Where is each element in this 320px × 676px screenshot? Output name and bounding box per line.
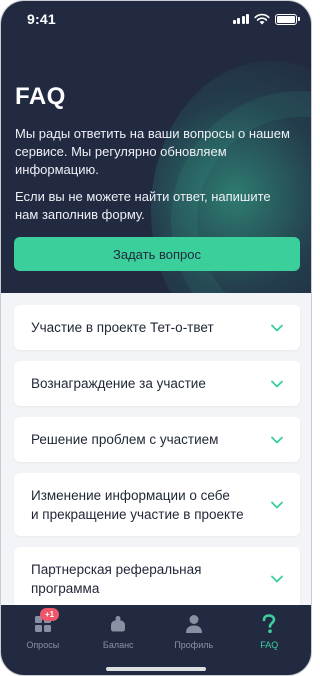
faq-item-label: Участие в проекте Тет-о-твет <box>31 320 214 335</box>
home-indicator <box>106 667 206 671</box>
ask-question-button[interactable]: Задать вопрос <box>14 237 300 271</box>
user-icon <box>183 613 205 635</box>
faq-item-profile-changes[interactable]: Изменение информации о себе и прекращени… <box>14 473 300 536</box>
bottom-nav: +1 Опросы Баланс Профиль FAQ <box>1 605 311 675</box>
header-content: FAQ Мы рады ответить на ваши вопросы о н… <box>15 83 297 224</box>
piggy-bank-icon <box>107 613 129 635</box>
signal-icon <box>232 14 249 24</box>
status-icons <box>232 13 300 25</box>
intro-contact-text: Если вы не можете найти ответ, напишите … <box>15 189 271 222</box>
page-title: FAQ <box>15 83 66 110</box>
faq-header: 9:41 FAQ Мы рады ответить на ваши вопрос… <box>1 1 311 293</box>
faq-list: Участие в проекте Тет-о-твет Вознагражде… <box>14 305 300 621</box>
faq-item-label: Партнерская реферальная программа <box>31 561 202 596</box>
wifi-icon <box>254 13 270 25</box>
question-icon <box>258 613 280 635</box>
status-bar: 9:41 <box>1 1 311 37</box>
faq-item-referral[interactable]: Партнерская реферальная программа <box>14 547 300 610</box>
chevron-down-icon <box>271 436 283 443</box>
chevron-down-icon <box>271 380 283 387</box>
faq-item-participation[interactable]: Участие в проекте Тет-о-твет <box>14 305 300 350</box>
faq-item-label: Решение проблем с участием <box>31 432 219 447</box>
faq-item-reward[interactable]: Вознаграждение за участие <box>14 361 300 406</box>
faq-item-troubleshooting[interactable]: Решение проблем с участием <box>14 417 300 462</box>
status-time: 9:41 <box>27 11 56 27</box>
nav-item-profile[interactable]: Профиль <box>159 605 229 675</box>
phone-screen: 9:41 FAQ Мы рады ответить на ваши вопрос… <box>0 0 312 676</box>
battery-icon <box>275 13 300 25</box>
nav-label: Опросы <box>26 640 60 650</box>
notification-badge: +1 <box>39 608 60 621</box>
nav-item-faq[interactable]: FAQ <box>234 605 304 675</box>
nav-label: FAQ <box>260 640 279 650</box>
chevron-down-icon <box>271 501 283 508</box>
chevron-down-icon <box>271 324 283 331</box>
faq-item-label: Изменение информации о себе и прекращени… <box>31 487 244 522</box>
nav-item-surveys[interactable]: +1 Опросы <box>8 605 78 675</box>
chevron-down-icon <box>271 575 283 582</box>
intro-text: Мы рады ответить на ваши вопросы о нашем… <box>15 126 290 177</box>
nav-item-balance[interactable]: Баланс <box>83 605 153 675</box>
faq-item-label: Вознаграждение за участие <box>31 376 206 391</box>
nav-label: Профиль <box>174 640 214 650</box>
nav-label: Баланс <box>102 640 134 650</box>
